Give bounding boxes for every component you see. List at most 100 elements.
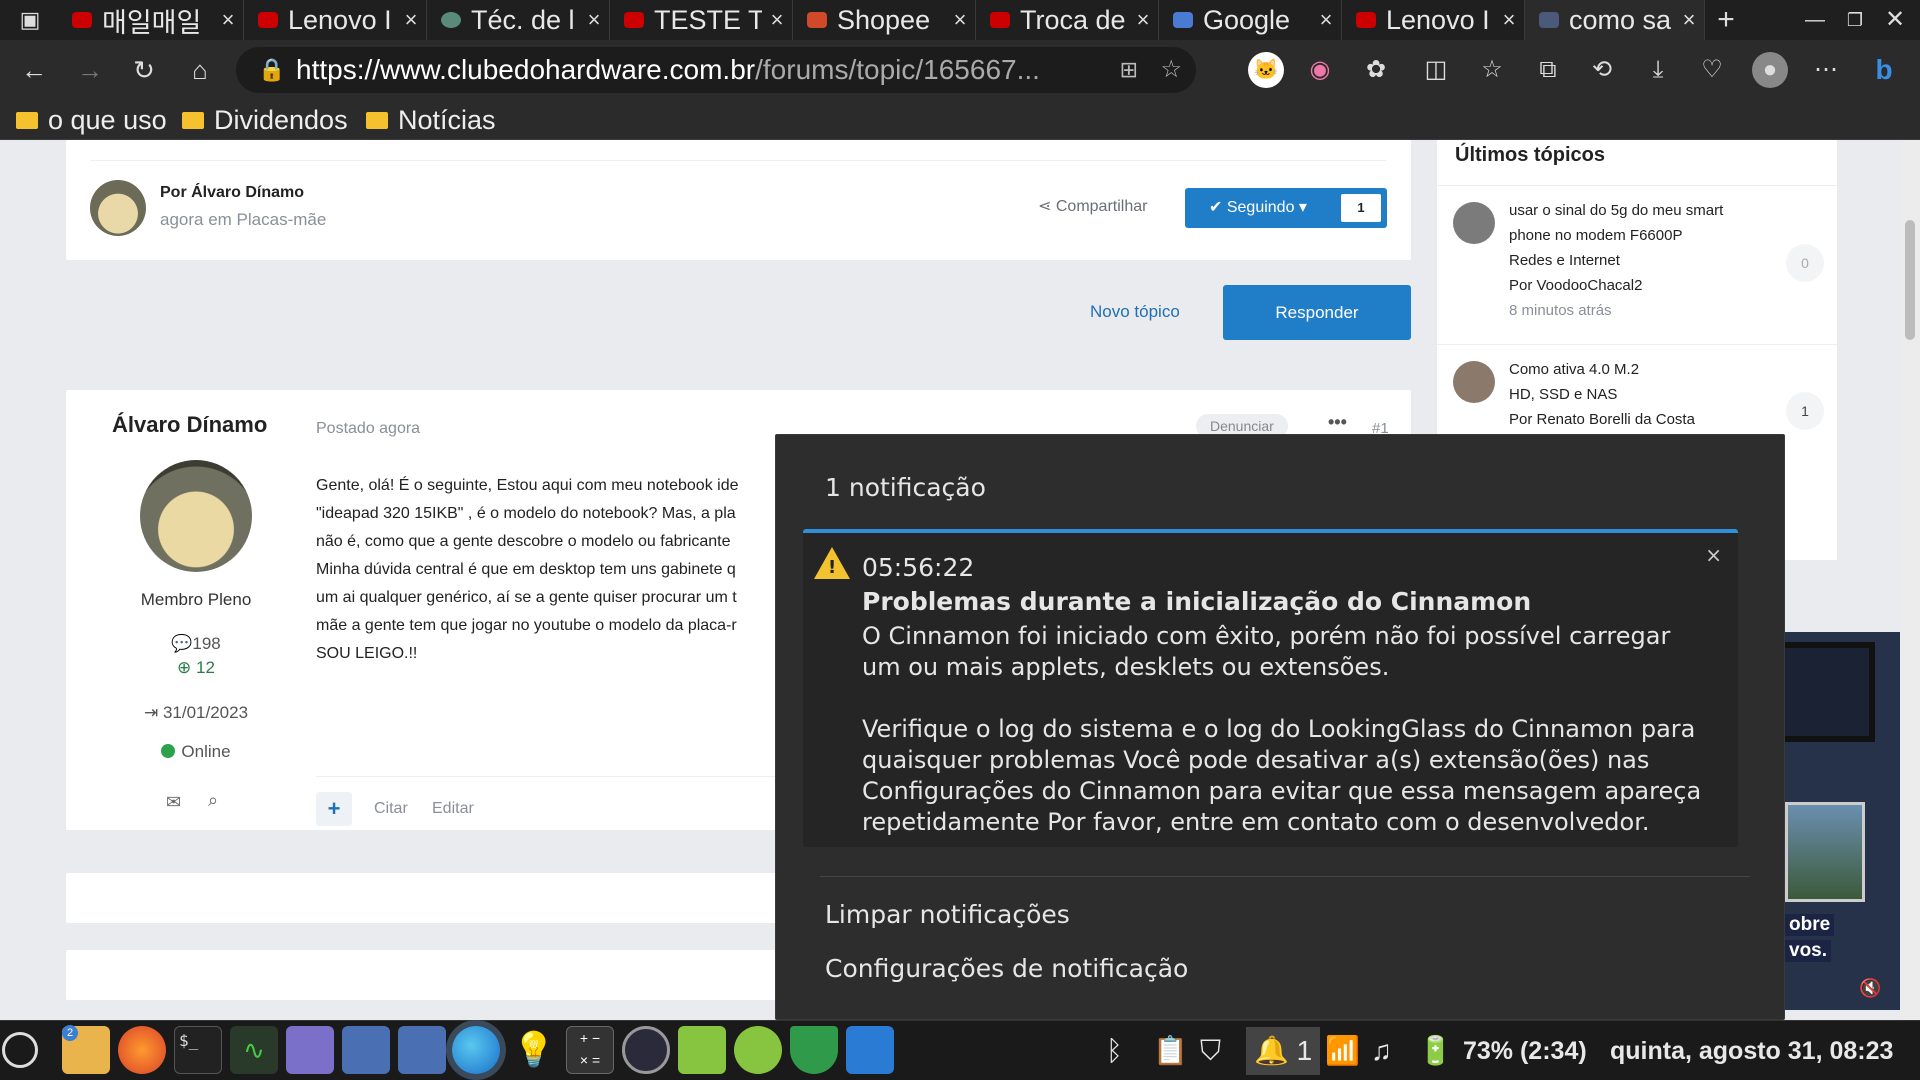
shield-icon[interactable]: ⛉ (1200, 1031, 1221, 1071)
performance-icon[interactable]: ♡ (1694, 52, 1730, 88)
tab-8[interactable]: Lenovo I × (1342, 0, 1525, 40)
document-icon[interactable] (846, 1026, 894, 1074)
profile-avatar-icon[interactable]: ● (1752, 52, 1788, 88)
split-screen-icon[interactable]: ◫ (1418, 52, 1454, 88)
text-editor-icon[interactable] (286, 1026, 334, 1074)
favorite-star-icon[interactable]: ☆ (1160, 47, 1182, 93)
close-icon[interactable]: × (579, 7, 609, 33)
post-avatar[interactable] (140, 460, 252, 572)
notifications-applet[interactable]: 🔔 1 (1246, 1027, 1321, 1075)
screenshot-icon[interactable] (342, 1026, 390, 1074)
topic-author[interactable]: Por Álvaro Dínamo (160, 184, 304, 202)
clock-app-icon[interactable] (622, 1026, 670, 1074)
battery-icon[interactable]: 🔋 (1418, 1031, 1453, 1071)
notification-card[interactable]: ! 05:56:22 Problemas durante a inicializ… (803, 529, 1738, 847)
edge-icon[interactable] (452, 1026, 500, 1074)
close-window-icon[interactable]: ✕ (1875, 0, 1915, 40)
bookmark-folder-o-que-uso[interactable]: o que uso (16, 104, 167, 136)
close-icon[interactable]: × (945, 7, 975, 33)
multiquote-button[interactable]: + (316, 792, 352, 826)
collections-icon[interactable]: ⧉ (1530, 52, 1566, 88)
topic-author[interactable]: Por Renato Borelli da Costa (1509, 407, 1695, 432)
clipboard-icon[interactable]: 📋 (1153, 1031, 1188, 1071)
tab-7[interactable]: Google × (1159, 0, 1342, 40)
downloads-icon[interactable]: ⤓ (1640, 52, 1676, 88)
clear-notifications-button[interactable]: Limpar notificações (825, 900, 1070, 929)
reply-button[interactable]: Responder (1223, 285, 1411, 340)
topic-title[interactable]: Como ativa 4.0 M.2 (1509, 357, 1695, 382)
screenshot-icon[interactable] (398, 1026, 446, 1074)
bluetooth-icon[interactable]: ᛒ (1106, 1031, 1123, 1071)
avatar[interactable] (90, 180, 146, 236)
extension-circle-icon[interactable]: ◉ (1302, 52, 1338, 88)
forward-icon[interactable]: → (70, 50, 110, 90)
reload-icon[interactable]: ↻ (124, 50, 164, 90)
topic-forum[interactable]: HD, SSD e NAS (1509, 382, 1695, 407)
new-tab-icon[interactable]: + (1706, 0, 1746, 40)
tab-6[interactable]: Troca de × (976, 0, 1159, 40)
close-icon[interactable]: × (1494, 7, 1524, 33)
quote-link[interactable]: Citar (374, 800, 408, 818)
close-icon[interactable]: × (396, 7, 426, 33)
update-manager-icon[interactable] (734, 1026, 782, 1074)
minimize-icon[interactable]: — (1795, 0, 1835, 40)
edit-link[interactable]: Editar (432, 800, 474, 818)
sound-icon[interactable]: ♫ (1371, 1031, 1392, 1071)
close-icon[interactable]: × (1311, 7, 1341, 33)
close-icon[interactable]: × (213, 7, 243, 33)
share-button[interactable]: ⋖ Compartilhar (1038, 196, 1147, 216)
tab-1[interactable]: 매일매일 × (58, 0, 244, 40)
wifi-icon[interactable]: 📶 (1325, 1031, 1360, 1071)
topic-title[interactable]: usar o sinal do 5g do meu smart (1509, 198, 1723, 223)
new-topic-link[interactable]: Novo tópico (1090, 302, 1180, 322)
tab-4[interactable]: TESTE T × (610, 0, 793, 40)
favorites-icon[interactable]: ☆ (1474, 52, 1510, 88)
topic-forum[interactable]: Redes e Internet (1509, 248, 1723, 273)
lightbulb-icon[interactable]: 💡 (510, 1026, 558, 1074)
page-scrollbar[interactable] (1900, 140, 1920, 1020)
tab-actions-icon[interactable]: ▣ (10, 0, 50, 40)
extensions-icon[interactable]: ✿ (1358, 52, 1394, 88)
home-icon[interactable]: ⌂ (180, 50, 220, 90)
bookmark-folder-dividendos[interactable]: Dividendos (182, 104, 348, 136)
more-options-icon[interactable]: ••• (1328, 412, 1347, 433)
tab-2[interactable]: Lenovo I × (244, 0, 427, 40)
battery-status[interactable]: 73% (2:34) (1463, 1031, 1587, 1071)
address-bar[interactable]: 🔒 https://www.clubedohardware.com.br/for… (236, 47, 1196, 93)
security-shield-icon[interactable] (790, 1026, 838, 1074)
restore-icon[interactable]: ❐ (1835, 0, 1875, 40)
history-icon[interactable]: ⟲ (1584, 52, 1620, 88)
system-monitor-icon[interactable]: ∿ (230, 1026, 278, 1074)
search-icon[interactable]: ⌕ (208, 790, 218, 811)
more-menu-icon[interactable]: ⋯ (1808, 52, 1844, 88)
post-author[interactable]: Álvaro Dínamo (112, 412, 267, 438)
close-icon[interactable]: × (762, 7, 792, 33)
clock[interactable]: quinta, agosto 31, 08:23 (1610, 1031, 1893, 1071)
video-caption: vos. (1785, 940, 1832, 962)
terminal-icon[interactable]: $_ (174, 1026, 222, 1074)
tab-3[interactable]: Téc. de l × (427, 0, 610, 40)
topic-author[interactable]: Por VoodooChacal2 (1509, 273, 1723, 298)
tab-5[interactable]: Shopee × (793, 0, 976, 40)
close-icon[interactable]: × (1128, 7, 1158, 33)
close-icon[interactable]: × (1674, 7, 1704, 33)
calculator-icon[interactable]: + − × = (566, 1026, 614, 1074)
bing-copilot-icon[interactable]: b (1866, 52, 1902, 88)
notification-settings-button[interactable]: Configurações de notificação (825, 954, 1188, 983)
scrollbar-thumb[interactable] (1905, 220, 1915, 340)
menu-icon[interactable] (2, 1032, 38, 1068)
back-icon[interactable]: ← (14, 50, 54, 90)
video-ad-overlay[interactable]: obre vos. 🔇 (1785, 632, 1900, 1010)
bookmark-folder-noticias[interactable]: Notícias (366, 104, 496, 136)
topic-title[interactable]: phone no modem F6600P (1509, 223, 1723, 248)
tab-9-active[interactable]: como sa × (1525, 0, 1705, 40)
topic-item[interactable]: usar o sinal do 5g do meu smart phone no… (1437, 186, 1837, 344)
extension-cat-icon[interactable]: 🐱 (1248, 52, 1284, 88)
firefox-icon[interactable] (118, 1026, 166, 1074)
mint-software-icon[interactable] (678, 1026, 726, 1074)
message-icon[interactable]: ✉ (166, 792, 181, 813)
close-icon[interactable]: × (1705, 543, 1722, 567)
app-available-icon[interactable]: ⊞ (1120, 47, 1138, 93)
following-button[interactable]: ✔ Seguindo ▾ 1 (1185, 188, 1387, 228)
mute-icon[interactable]: 🔇 (1859, 978, 1881, 999)
